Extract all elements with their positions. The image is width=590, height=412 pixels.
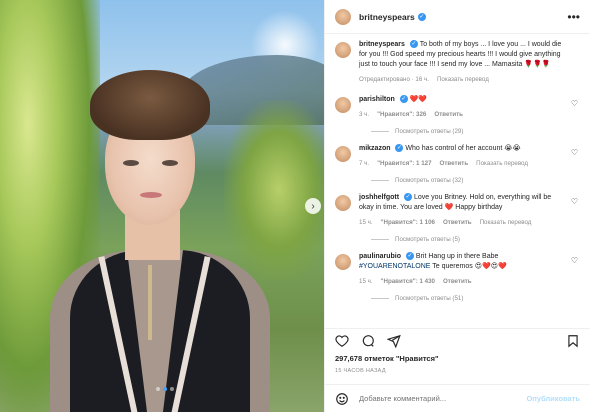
comment-text-extra: Happy birthday (455, 204, 503, 211)
replies-line (371, 298, 389, 299)
translate-link[interactable]: Показать перевод (476, 160, 528, 167)
comment-age: 3 ч. (359, 111, 370, 118)
comment-emoji: ❤️❤️ (409, 96, 428, 103)
comment-item: paulinarubio ✓ Brit Hang up in there Bab… (335, 252, 580, 285)
comment-item: mikzazon ✓ Who has control of her accoun… (335, 144, 580, 167)
avatar[interactable] (335, 195, 351, 211)
eye-left (123, 160, 139, 166)
comment-likes[interactable]: "Нравится": 326 (377, 111, 426, 118)
comment-emoji: ❤️ (444, 204, 454, 211)
verified-icon: ✓ (405, 252, 414, 261)
action-bar (325, 328, 590, 352)
heart-icon[interactable]: ♡ (571, 99, 578, 108)
verified-icon: ✓ (399, 95, 408, 104)
replies-line (371, 239, 389, 240)
edited-label: Отредактировано · 16 ч. (359, 76, 429, 83)
likes-count[interactable]: 297,678 отметок "Нравится" (335, 354, 439, 363)
post-header: britneyspears ✓ ••• (325, 0, 590, 34)
ellipsis-icon[interactable]: ••• (567, 10, 580, 24)
lips (140, 192, 162, 198)
carousel-dot (170, 387, 174, 391)
smiley-icon[interactable] (335, 392, 349, 406)
comment-emoji: 😍❤️😍❤️ (474, 263, 507, 270)
view-replies-label[interactable]: Посмотреть ответы (32) (395, 177, 463, 184)
comment-username[interactable]: paulinarubio (359, 253, 401, 260)
comments-list: britneyspears ✓ To both of my boys ... I… (325, 34, 590, 326)
reply-button[interactable]: Ответить (443, 219, 472, 226)
post-panel: britneyspears ✓ ••• britneyspears ✓ To b… (324, 0, 590, 412)
replies-line (371, 131, 389, 132)
comment-icon[interactable] (361, 334, 375, 348)
bookmark-icon[interactable] (566, 334, 580, 348)
comment-username[interactable]: joshhelfgott (359, 194, 399, 201)
view-replies[interactable]: Посмотреть ответы (5) (371, 236, 580, 243)
comment-username[interactable]: parishilton (359, 96, 395, 103)
avatar[interactable] (335, 42, 351, 58)
comment-text: Who has control of her account (405, 145, 503, 152)
edited-text: Отредактировано (359, 76, 410, 83)
heart-icon[interactable]: ♡ (571, 148, 578, 157)
necklace (148, 265, 152, 340)
comment-likes[interactable]: "Нравится": 1 106 (381, 219, 435, 226)
verified-icon: ✓ (417, 12, 426, 21)
comment-username[interactable]: mikzazon (359, 145, 391, 152)
avatar[interactable] (335, 97, 351, 113)
post-photo[interactable]: › (0, 0, 324, 412)
person (50, 70, 290, 412)
add-comment-bar: Опубликовать (325, 384, 590, 412)
translate-link[interactable]: Показать перевод (437, 76, 489, 83)
replies-line (371, 180, 389, 181)
comment-age: 7 ч. (359, 160, 370, 167)
post-username[interactable]: britneyspears (359, 12, 415, 22)
heart-icon[interactable] (335, 334, 349, 348)
avatar[interactable] (335, 8, 351, 25)
view-replies[interactable]: Посмотреть ответы (32) (371, 177, 580, 184)
caption-age: · 16 ч. (411, 76, 429, 83)
carousel-dot (156, 387, 160, 391)
reply-button[interactable]: Ответить (443, 278, 472, 285)
heart-icon[interactable]: ♡ (571, 256, 578, 265)
view-replies[interactable]: Посмотреть ответы (51) (371, 295, 580, 302)
comment-likes[interactable]: "Нравится": 1 430 (381, 278, 435, 285)
caption-emoji: 🌹🌹🌹 (524, 61, 551, 68)
eye-right (162, 160, 178, 166)
comment-item: parishilton ✓ ❤️❤️ 3 ч. "Нравится": 326 … (335, 95, 580, 118)
comment-emoji: 😭😭 (504, 145, 521, 152)
comment-age: 15 ч. (359, 219, 373, 226)
comment-input[interactable] (359, 394, 527, 403)
carousel-dots (156, 387, 174, 391)
comment-item: joshhelfgott ✓ Love you Britney. Hold on… (335, 193, 580, 226)
hair (90, 70, 210, 140)
reply-button[interactable]: Ответить (434, 111, 463, 118)
verified-icon: ✓ (395, 144, 404, 153)
carousel-dot-active (163, 387, 167, 391)
comment-likes[interactable]: "Нравится": 1 127 (377, 160, 431, 167)
publish-button[interactable]: Опубликовать (526, 394, 580, 403)
view-replies-label[interactable]: Посмотреть ответы (29) (395, 128, 463, 135)
likes-count-text[interactable]: 297,678 отметок "Нравится" (335, 354, 439, 363)
translate-link[interactable]: Показать перевод (480, 219, 532, 226)
comment-age: 15 ч. (359, 278, 373, 285)
verified-icon: ✓ (404, 193, 413, 202)
hashtag-link[interactable]: #YOUARENOTALONE (359, 263, 430, 270)
avatar[interactable] (335, 146, 351, 162)
post-timestamp: 15 ЧАСОВ НАЗАД (335, 368, 386, 374)
verified-icon: ✓ (409, 40, 418, 49)
comment-text: Brit Hang up in there Babe (415, 253, 499, 260)
reply-button[interactable]: Ответить (440, 160, 469, 167)
carousel-next-icon[interactable]: › (305, 198, 321, 214)
avatar[interactable] (335, 254, 351, 270)
view-replies[interactable]: Посмотреть ответы (29) (371, 128, 580, 135)
share-icon[interactable] (387, 334, 401, 348)
view-replies-label[interactable]: Посмотреть ответы (5) (395, 236, 460, 243)
caption: britneyspears ✓ To both of my boys ... I… (335, 40, 580, 83)
caption-username[interactable]: britneyspears (359, 41, 405, 48)
view-replies-label[interactable]: Посмотреть ответы (51) (395, 295, 463, 302)
comment-text-2: Te queremos (432, 263, 473, 270)
heart-icon[interactable]: ♡ (571, 197, 578, 206)
